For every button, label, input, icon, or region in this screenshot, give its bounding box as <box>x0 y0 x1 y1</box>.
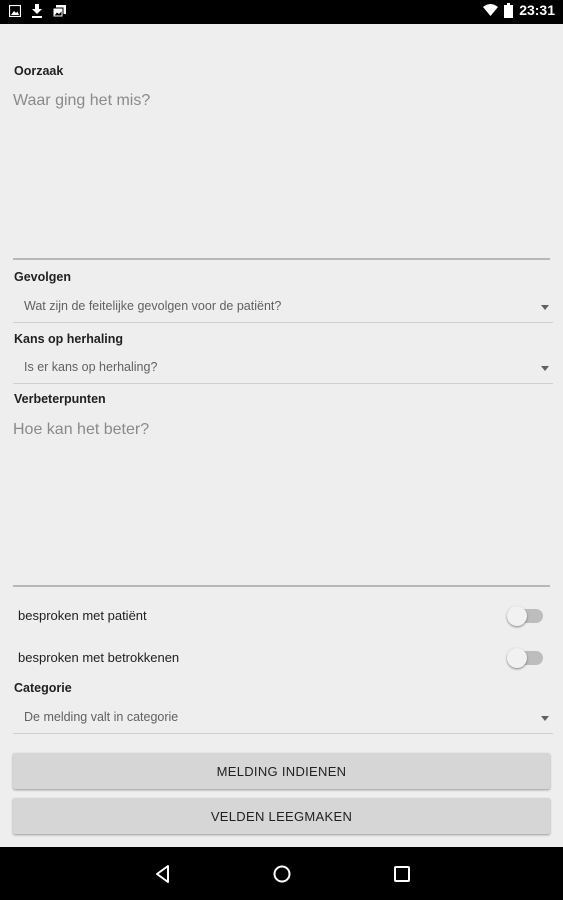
toggle-row-betrokkenen: besproken met betrokkenen <box>18 647 543 669</box>
image-icon <box>9 5 21 17</box>
download-icon <box>31 4 43 18</box>
home-icon[interactable] <box>271 863 293 885</box>
categorie-dropdown[interactable]: De melding valt in categorie <box>13 703 553 734</box>
wifi-icon <box>483 4 499 16</box>
verbeterpunten-input[interactable]: Hoe kan het beter? <box>13 421 550 439</box>
status-time: 23:31 <box>519 2 555 18</box>
toggle-row-patient: besproken met patiënt <box>18 605 543 627</box>
toggle-switch-betrokkenen[interactable] <box>507 648 543 668</box>
gallery-icon <box>53 5 66 17</box>
dropdown-arrow-icon <box>541 305 549 310</box>
dropdown-arrow-icon <box>541 716 549 721</box>
categorie-value: De melding valt in categorie <box>24 710 179 724</box>
back-icon[interactable] <box>152 863 174 885</box>
switch-thumb <box>507 606 527 626</box>
categorie-label: Categorie <box>14 681 72 695</box>
gevolgen-value: Wat zijn de feitelijke gevolgen voor de … <box>24 299 282 313</box>
clear-fields-button[interactable]: VELDEN LEEGMAKEN <box>13 798 550 834</box>
battery-icon <box>504 2 514 18</box>
dropdown-arrow-icon <box>541 366 549 371</box>
oorzaak-underline <box>13 258 550 260</box>
herhaling-value: Is er kans op herhaling? <box>24 360 158 374</box>
recents-icon[interactable] <box>391 863 413 885</box>
verbeterpunten-underline <box>13 585 550 587</box>
herhaling-label: Kans op herhaling <box>14 332 124 346</box>
status-bar: 23:31 <box>0 0 563 24</box>
gevolgen-label: Gevolgen <box>14 270 71 284</box>
submit-button[interactable]: MELDING INDIENEN <box>13 753 550 789</box>
oorzaak-input[interactable]: Waar ging het mis? <box>13 92 550 110</box>
switch-thumb <box>507 648 527 668</box>
verbeterpunten-label: Verbeterpunten <box>14 392 106 406</box>
incident-form: Oorzaak Waar ging het mis? Gevolgen Wat … <box>0 24 563 847</box>
toggle-label-patient: besproken met patiënt <box>18 608 147 623</box>
gevolgen-dropdown[interactable]: Wat zijn de feitelijke gevolgen voor de … <box>13 292 553 323</box>
navigation-bar <box>0 847 563 900</box>
oorzaak-label: Oorzaak <box>14 64 64 78</box>
herhaling-dropdown[interactable]: Is er kans op herhaling? <box>13 353 553 384</box>
toggle-label-betrokkenen: besproken met betrokkenen <box>18 650 180 665</box>
toggle-switch-patient[interactable] <box>507 606 543 626</box>
